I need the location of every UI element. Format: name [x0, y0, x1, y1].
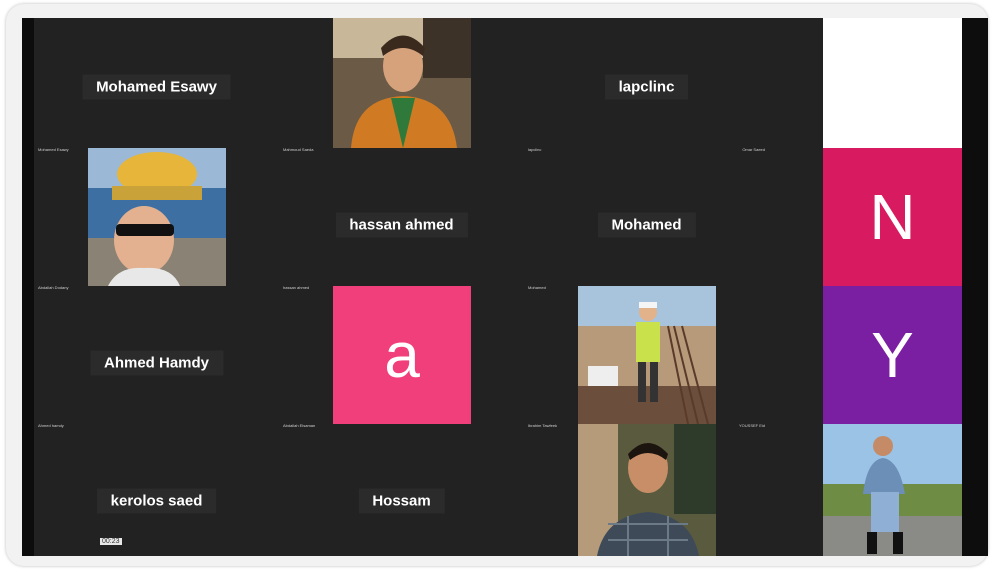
participant-name: hassan ahmed	[335, 212, 468, 238]
participant-name: Mohamed Esawy	[82, 74, 231, 100]
participant-video-man-denim-jacket	[823, 424, 962, 556]
participant-tile[interactable]: lapclinc lapclinc Omar Saeed	[524, 18, 769, 156]
participant-tag: Mahmoud Saeda	[283, 147, 314, 152]
participant-tag: Mohamed	[528, 285, 546, 290]
participant-blank-tile	[823, 18, 962, 148]
participant-name: Ahmed Hamdy	[89, 350, 224, 376]
participant-tile[interactable]: hassan ahmed hassan ahmed	[279, 156, 524, 294]
participant-tag: hassan ahmed	[283, 285, 310, 290]
timestamp-label: 00:23	[100, 538, 122, 545]
avatar-y[interactable]: Y	[823, 286, 962, 424]
participant-tag: YOUSSEF Eid	[738, 423, 765, 428]
participant-name: kerolos saed	[96, 488, 217, 514]
participant-name: Hossam	[358, 488, 445, 514]
avatar-n[interactable]: N	[823, 148, 962, 286]
avatar-letter: a	[384, 319, 420, 391]
participant-tile[interactable]: Ahmed Hamdy Ahmed hamdy	[34, 294, 279, 432]
participant-name: lapclinc	[604, 74, 689, 100]
participant-tile[interactable]: Mohamed Esawy Mohamed Esawy	[34, 18, 279, 156]
avatar-a[interactable]: a	[333, 286, 471, 424]
participant-tag: Omar Saeed	[742, 147, 765, 152]
participant-tag: Ahmed hamdy	[38, 423, 64, 428]
participant-tag: Abdallah Dodany	[38, 285, 69, 290]
participant-video-man-orange-jacket	[333, 18, 471, 156]
participant-tag: Abdallah Elsaman	[283, 423, 316, 428]
participant-tile[interactable]: kerolos saed	[34, 432, 279, 556]
participant-tile[interactable]: Hossam	[279, 432, 524, 556]
avatar-letter: Y	[871, 319, 914, 391]
participant-video-man-plaid-shirt	[578, 424, 716, 556]
right-edge-bar	[962, 18, 988, 556]
participant-tag: Mohamed Esawy	[38, 147, 69, 152]
participant-video-construction-worker	[578, 286, 716, 424]
video-grid: Mohamed Esawy Mohamed Esawy Mahmoud Saed…	[22, 18, 962, 556]
participant-video-man-sunglasses	[88, 148, 226, 286]
avatar-letter: N	[869, 181, 916, 253]
left-edge-bar	[22, 18, 34, 556]
participant-tag: Ibrahim Tawfeek	[528, 423, 558, 428]
participant-tile[interactable]: Mohamed Mohamed	[524, 156, 769, 294]
participant-tag: lapclinc	[528, 147, 542, 152]
participant-name: Mohamed	[597, 212, 696, 238]
